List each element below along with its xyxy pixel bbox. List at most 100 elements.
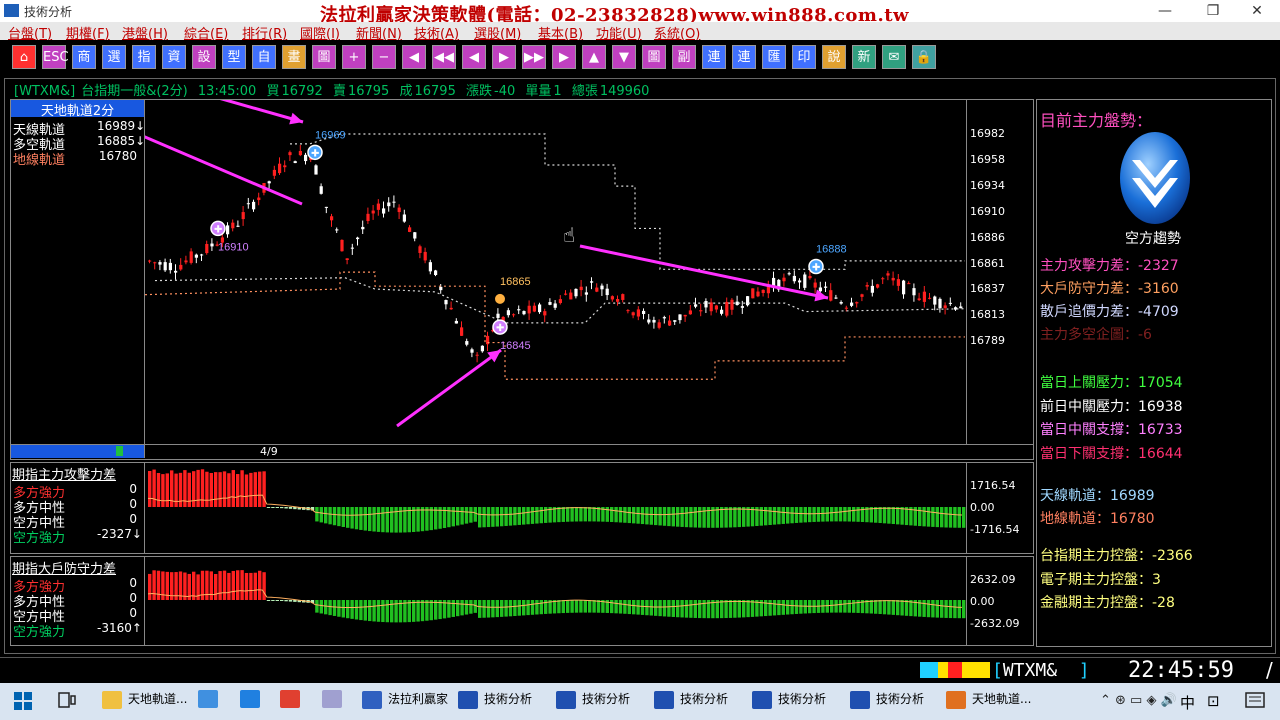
price-panel-title[interactable]: 天地軌道2分 [11,100,144,119]
candle-body [876,284,880,288]
taskbar-item[interactable] [322,690,348,714]
escape-icon[interactable]: ESC [42,45,69,69]
graph-icon[interactable]: 圖 [642,45,666,69]
histogram-bar [324,600,328,615]
zoom-in-icon[interactable]: + [342,45,366,69]
candle-body [356,237,360,240]
mail-icon[interactable]: ✉ [882,45,906,69]
print-icon[interactable]: 印 [792,45,816,69]
histogram-bar [882,600,887,615]
app-icon [322,690,342,708]
histogram-bar [847,600,851,613]
taskbar-item[interactable]: 技術分析 [752,690,826,714]
taskbar-item[interactable] [198,690,224,714]
right-icon[interactable]: ▶ [552,45,576,69]
candle-body [418,246,422,253]
histogram-bar [874,600,878,614]
candle-body [330,216,334,221]
candle-body [808,275,812,279]
home-icon[interactable]: ⌂ [12,45,36,69]
step-left-icon[interactable]: ◀ [462,45,486,69]
taskbar-item[interactable]: 天地軌道... [946,690,1031,714]
tray-icons[interactable]: ⌃ ⊛ ▭ ◈ 🔊 [1100,693,1177,708]
zoom-out-icon[interactable]: − [372,45,396,69]
histogram-bar [834,600,838,613]
step-right-icon[interactable]: ▶ [492,45,516,69]
upper-band [290,133,965,270]
defense-panel-title[interactable]: 期指大戶防守力差 [12,558,116,577]
candle-body [818,287,822,292]
data-icon[interactable]: 資 [162,45,186,69]
histogram-bar [768,507,772,525]
candle-body [943,305,947,309]
taskbar-item[interactable]: 天地軌道... [102,690,187,714]
taskbar-item[interactable] [240,690,266,714]
histogram-bar [944,507,948,528]
candle-body [584,292,588,295]
histogram-bar [610,600,614,614]
ime-language[interactable]: 中 [1180,692,1195,713]
left-icon[interactable]: ◀ [402,45,426,69]
histogram-bar [799,600,803,614]
histogram-bar [570,507,574,522]
histogram-bar [262,572,266,600]
histogram-bar [891,600,895,615]
divider [11,444,1033,445]
scroll-thumb[interactable] [116,446,123,456]
index-icon[interactable]: 指 [132,45,156,69]
fast-left-icon[interactable]: ◀◀ [432,45,456,69]
taskbar-item[interactable]: 技術分析 [556,690,630,714]
link2-icon[interactable]: 連 [732,45,756,69]
pattern-icon[interactable]: 型 [222,45,246,69]
new-icon[interactable]: 新 [852,45,876,69]
candle-body [662,317,666,319]
settings-icon[interactable]: 設 [192,45,216,69]
lock-icon[interactable]: 🔒 [912,45,936,69]
select-icon[interactable]: 選 [102,45,126,69]
help-icon[interactable]: 說 [822,45,846,69]
notification-icon[interactable] [1245,692,1265,710]
histogram-bar [838,600,843,613]
histogram-bar [266,507,271,508]
histogram-bar [887,507,891,524]
restore-button[interactable]: ❐ [1190,0,1236,22]
custom-icon[interactable]: 自 [252,45,276,69]
histogram-bar [535,507,539,524]
legend-value: 0 [129,482,137,496]
histogram-bar [280,600,284,602]
histogram-bar [354,600,359,620]
task-view-icon[interactable] [58,692,76,710]
ime-mode-icon[interactable]: ⊡ [1207,692,1220,710]
down-icon[interactable]: ▼ [612,45,636,69]
taskbar-item[interactable]: 技術分析 [654,690,728,714]
market-title: 目前主力盤勢： [1040,111,1153,130]
product-icon[interactable]: 商 [72,45,96,69]
histogram-bar [821,507,825,522]
ask-value: 16795 [347,84,390,99]
close-button[interactable]: ✕ [1234,0,1280,22]
link-icon[interactable]: 連 [702,45,726,69]
taskbar-item[interactable]: 技術分析 [850,690,924,714]
legend-row: 天線軌道 16989↓ [13,119,145,138]
histogram-bar [962,507,966,528]
histogram-bar [231,570,235,600]
histogram-bar [513,507,517,526]
histogram-bar [368,507,372,532]
histogram-bar [315,600,319,613]
up-icon[interactable]: ▲ [582,45,606,69]
histogram-bar [838,507,843,522]
fast-right-icon[interactable]: ▶▶ [522,45,546,69]
candle-body [855,302,859,304]
ask-label: 賣 [332,84,346,99]
taskbar-item[interactable]: 技術分析 [458,690,532,714]
chart-icon[interactable]: 圖 [312,45,336,69]
export-icon[interactable]: 匯 [762,45,786,69]
attack-panel-title[interactable]: 期指主力攻擊力差 [12,464,116,483]
draw-icon[interactable]: 畫 [282,45,306,69]
windows-start-icon[interactable] [14,692,32,710]
taskbar-item[interactable] [280,690,306,714]
sub-icon[interactable]: 副 [672,45,696,69]
scroll-track[interactable] [11,445,144,458]
taskbar-item[interactable]: 法拉利贏家 [362,690,448,714]
minimize-button[interactable]: — [1142,0,1188,22]
